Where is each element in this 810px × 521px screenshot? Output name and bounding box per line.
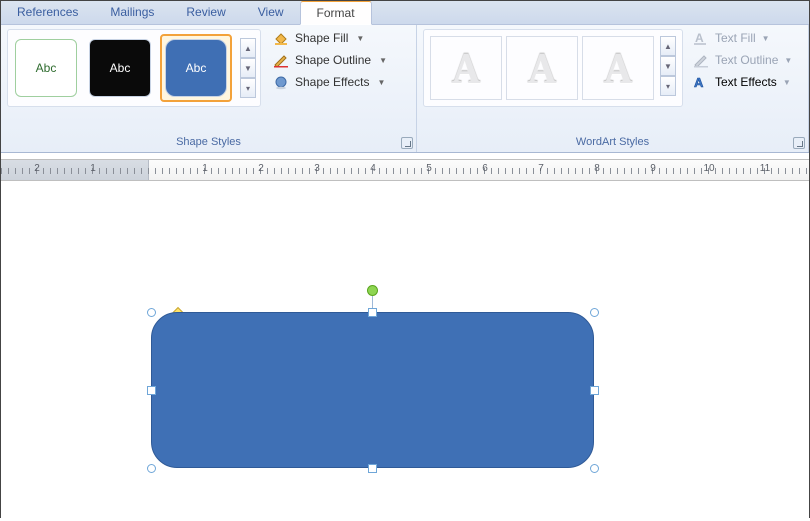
gallery-up-icon[interactable]: ▲ bbox=[660, 36, 676, 56]
tab-review[interactable]: Review bbox=[170, 1, 241, 24]
wordart-thumb-2[interactable]: A bbox=[506, 36, 578, 100]
shape-style-thumb-1[interactable]: Abc bbox=[15, 39, 77, 97]
wordart-glyph: A bbox=[528, 43, 557, 94]
wordart-gallery[interactable]: A A A ▲ ▼ ▾ bbox=[423, 29, 683, 107]
gallery-more-icon[interactable]: ▾ bbox=[660, 76, 676, 96]
ribbon: Abc Abc Abc ▲ ▼ ▾ Shape Fill ▼ Shape Out… bbox=[1, 25, 809, 153]
shape-effects-label: Shape Effects bbox=[295, 75, 370, 89]
resize-handle-n[interactable] bbox=[368, 308, 377, 317]
dropdown-icon: ▼ bbox=[762, 34, 770, 43]
resize-handle-sw[interactable] bbox=[147, 464, 156, 473]
dialog-launcher-wordart[interactable] bbox=[793, 137, 805, 149]
svg-text:A: A bbox=[694, 75, 704, 90]
dropdown-icon: ▼ bbox=[378, 78, 386, 87]
text-outline-button[interactable]: Text Outline ▼ bbox=[691, 51, 794, 69]
shape-style-gallery-spinner[interactable]: ▲ ▼ ▾ bbox=[240, 38, 256, 98]
shape-fill-button[interactable]: Shape Fill ▼ bbox=[269, 29, 391, 47]
wordart-glyph: A bbox=[604, 43, 633, 94]
tab-format[interactable]: Format bbox=[300, 1, 372, 25]
text-effects-icon: A bbox=[693, 74, 709, 90]
shape-fill-label: Shape Fill bbox=[295, 31, 348, 45]
shape-effects-icon bbox=[273, 74, 289, 90]
shape-style-thumb-3[interactable]: Abc bbox=[165, 39, 227, 97]
group-label-wordart: WordArt Styles bbox=[423, 134, 802, 150]
shape-outline-button[interactable]: Shape Outline ▼ bbox=[269, 51, 391, 69]
gallery-up-icon[interactable]: ▲ bbox=[240, 38, 256, 58]
tab-mailings[interactable]: Mailings bbox=[94, 1, 170, 24]
group-shape-styles: Abc Abc Abc ▲ ▼ ▾ Shape Fill ▼ Shape Out… bbox=[1, 25, 417, 152]
text-fill-icon: A bbox=[693, 30, 709, 46]
shape-outline-label: Shape Outline bbox=[295, 53, 371, 67]
text-fill-label: Text Fill bbox=[715, 31, 756, 45]
tab-references[interactable]: References bbox=[1, 1, 94, 24]
shape-style-gallery[interactable]: Abc Abc Abc ▲ ▼ ▾ bbox=[7, 29, 261, 107]
text-fill-button[interactable]: A Text Fill ▼ bbox=[691, 29, 794, 47]
paint-bucket-icon bbox=[273, 30, 289, 46]
group-wordart-styles: A A A ▲ ▼ ▾ A Text Fill ▼ Text Outline bbox=[417, 25, 809, 152]
resize-handle-ne[interactable] bbox=[590, 308, 599, 317]
gallery-down-icon[interactable]: ▼ bbox=[660, 56, 676, 76]
tab-bar: References Mailings Review View Format bbox=[1, 1, 809, 25]
selected-shape[interactable] bbox=[151, 312, 594, 468]
gallery-down-icon[interactable]: ▼ bbox=[240, 58, 256, 78]
dialog-launcher-shape-styles[interactable] bbox=[401, 137, 413, 149]
dropdown-icon: ▼ bbox=[379, 56, 387, 65]
ruler-area: 211234567891011 bbox=[1, 159, 809, 181]
document-canvas[interactable] bbox=[1, 181, 809, 521]
gallery-more-icon[interactable]: ▾ bbox=[240, 78, 256, 98]
resize-handle-e[interactable] bbox=[590, 386, 599, 395]
dropdown-icon: ▼ bbox=[356, 34, 364, 43]
text-effects-label: Text Effects bbox=[715, 75, 777, 89]
wordart-thumb-1[interactable]: A bbox=[430, 36, 502, 100]
group-label-shape-styles: Shape Styles bbox=[7, 134, 410, 150]
wordart-thumb-3[interactable]: A bbox=[582, 36, 654, 100]
horizontal-ruler[interactable]: 211234567891011 bbox=[1, 159, 809, 181]
rotation-handle[interactable] bbox=[367, 285, 378, 296]
shape-effects-button[interactable]: Shape Effects ▼ bbox=[269, 73, 391, 91]
svg-text:A: A bbox=[695, 31, 704, 45]
tab-view[interactable]: View bbox=[242, 1, 300, 24]
dropdown-icon: ▼ bbox=[784, 56, 792, 65]
wordart-glyph: A bbox=[452, 43, 481, 94]
resize-handle-w[interactable] bbox=[147, 386, 156, 395]
text-effects-button[interactable]: A Text Effects ▼ bbox=[691, 73, 794, 91]
text-outline-label: Text Outline bbox=[715, 53, 778, 67]
dropdown-icon: ▼ bbox=[783, 78, 791, 87]
ruler-ticks: 211234567891011 bbox=[1, 160, 809, 180]
resize-handle-nw[interactable] bbox=[147, 308, 156, 317]
pencil-outline-icon bbox=[273, 52, 289, 68]
resize-handle-se[interactable] bbox=[590, 464, 599, 473]
wordart-gallery-spinner[interactable]: ▲ ▼ ▾ bbox=[660, 36, 676, 100]
text-outline-icon bbox=[693, 52, 709, 68]
resize-handle-s[interactable] bbox=[368, 464, 377, 473]
shape-style-thumb-2[interactable]: Abc bbox=[89, 39, 151, 97]
